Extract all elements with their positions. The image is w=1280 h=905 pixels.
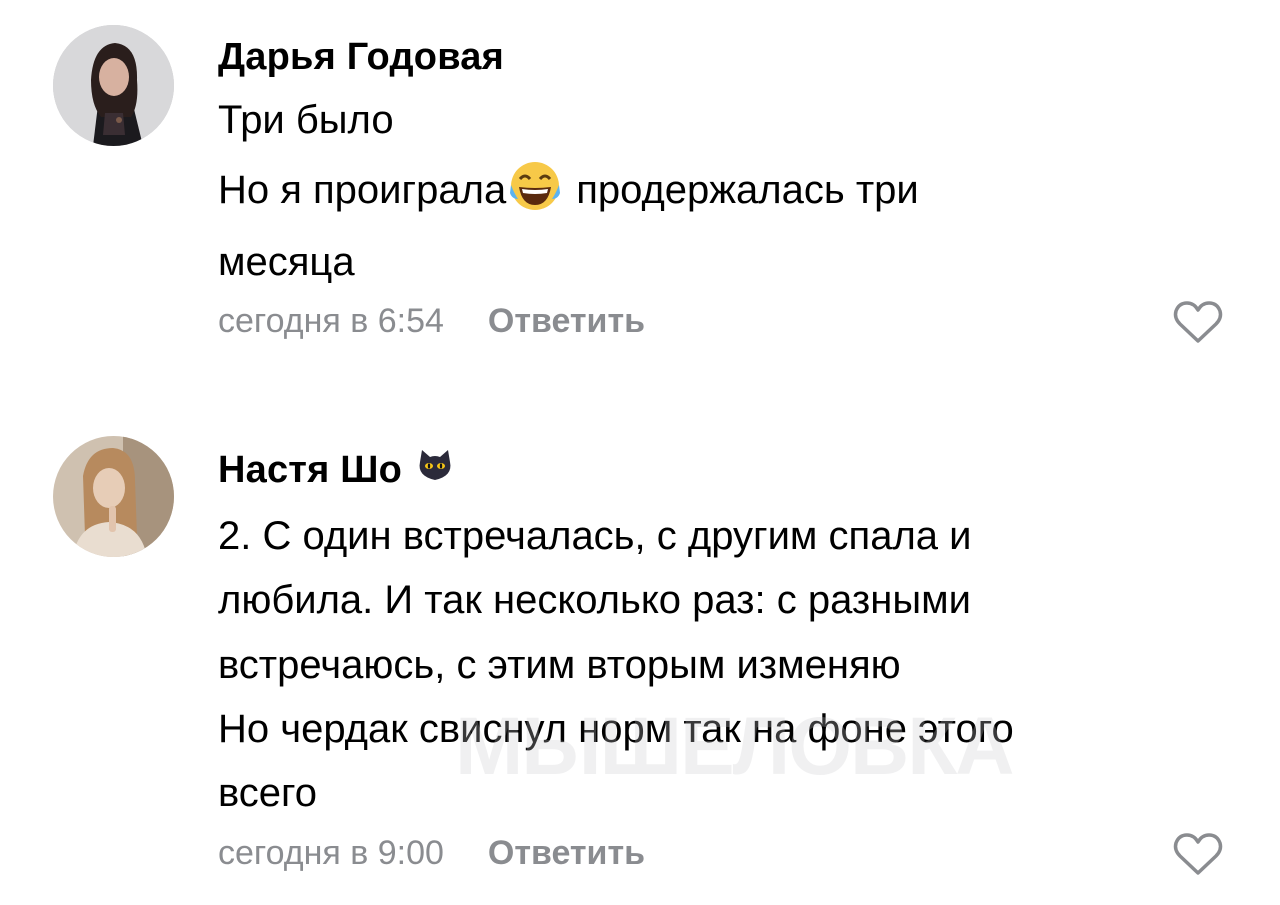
- author-name[interactable]: Настя Шо: [218, 449, 402, 492]
- comment-text-line: любила. И так несколько раз: с разными: [218, 578, 971, 622]
- comment-timestamp: сегодня в 9:00: [218, 834, 444, 872]
- comment-text-line: встречаюсь, с этим вторым изменяю: [218, 643, 901, 687]
- comment-item: Настя Шо 2. С один встречалась, с другим…: [0, 0, 1280, 905]
- comment-text-line: Но чердак свиснул норм так на фоне этого: [218, 707, 1014, 751]
- black-cat-emoji-icon: [416, 446, 454, 494]
- heart-outline-icon[interactable]: [1172, 831, 1224, 877]
- comment-text-line: 2. С один встречалась, с другим спала и: [218, 514, 972, 558]
- comment-text-line: всего: [218, 771, 318, 815]
- comment-meta: сегодня в 9:00 Ответить: [218, 834, 645, 873]
- comment-author[interactable]: Настя Шо: [218, 446, 454, 494]
- avatar[interactable]: [53, 436, 174, 557]
- reply-button[interactable]: Ответить: [488, 834, 645, 873]
